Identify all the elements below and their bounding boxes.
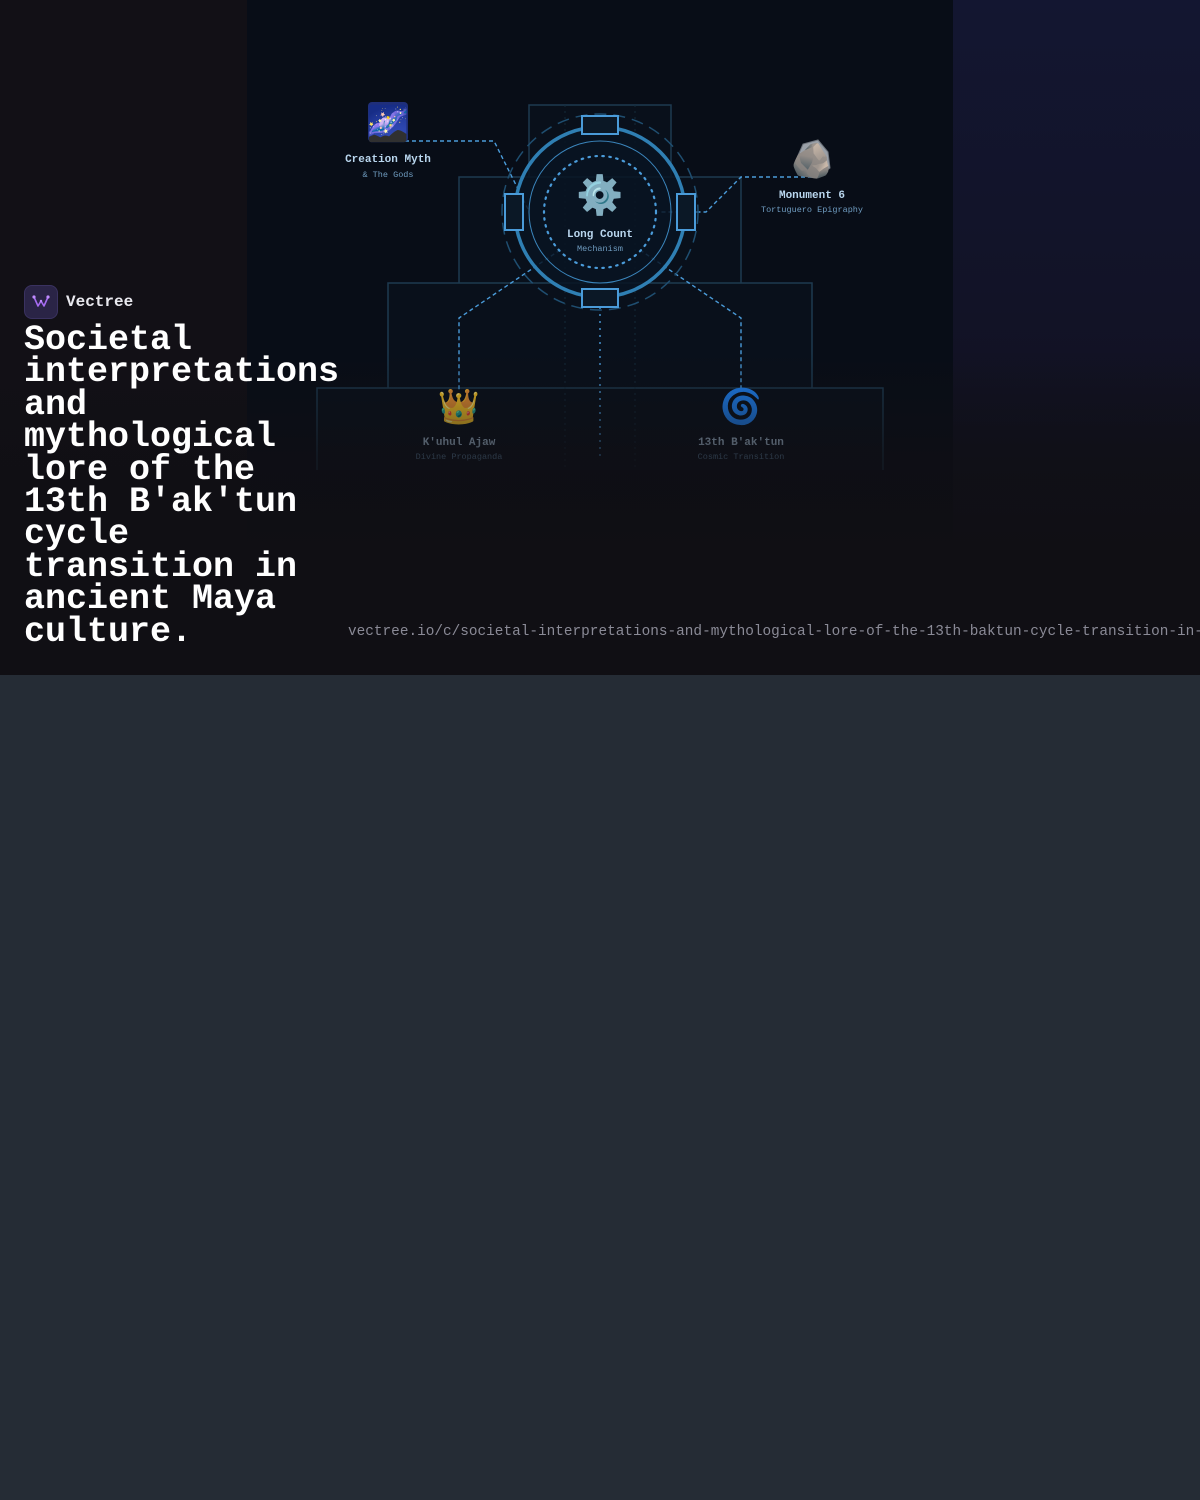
creation-subtitle: & The Gods: [362, 170, 413, 180]
center-subtitle: Mechanism: [577, 244, 623, 254]
spiral-icon: 🌀: [720, 386, 762, 427]
baktun-subtitle: Cosmic Transition: [698, 452, 785, 462]
page-url[interactable]: vectree.io/c/societal-interpretations-an…: [348, 624, 1200, 640]
kuhul-subtitle: Divine Propaganda: [416, 452, 503, 462]
monument-subtitle: Tortuguero Epigraphy: [761, 205, 863, 215]
rock-icon: 🪨: [791, 141, 833, 181]
gear-icon: ⚙️: [576, 173, 623, 217]
center-title: Long Count: [567, 229, 633, 241]
brand[interactable]: Vectree: [24, 285, 133, 319]
node-creation-myth: 🌌 Creation Myth & The Gods: [345, 102, 431, 180]
vectree-logo-icon: [24, 285, 58, 319]
kuhul-title: K'uhul Ajaw: [423, 437, 496, 449]
monument-title: Monument 6: [779, 190, 845, 202]
share-card: ⚙️ Long Count Mechanism 🌌 Creation Myth …: [0, 0, 1200, 675]
milky-way-icon: 🌌: [367, 104, 409, 144]
creation-title: Creation Myth: [345, 154, 431, 166]
gear-tooth-bottom: [581, 288, 619, 308]
gear-tooth-top: [581, 115, 619, 135]
baktun-title: 13th B'ak'tun: [698, 437, 784, 449]
brand-name: Vectree: [66, 293, 134, 311]
pyramid-tier-4: [316, 387, 884, 470]
crown-icon: 👑: [438, 387, 480, 427]
gear-tooth-right: [676, 193, 696, 231]
gear-tooth-left: [504, 193, 524, 231]
page-title: Societal interpretations and mythologica…: [24, 320, 340, 652]
